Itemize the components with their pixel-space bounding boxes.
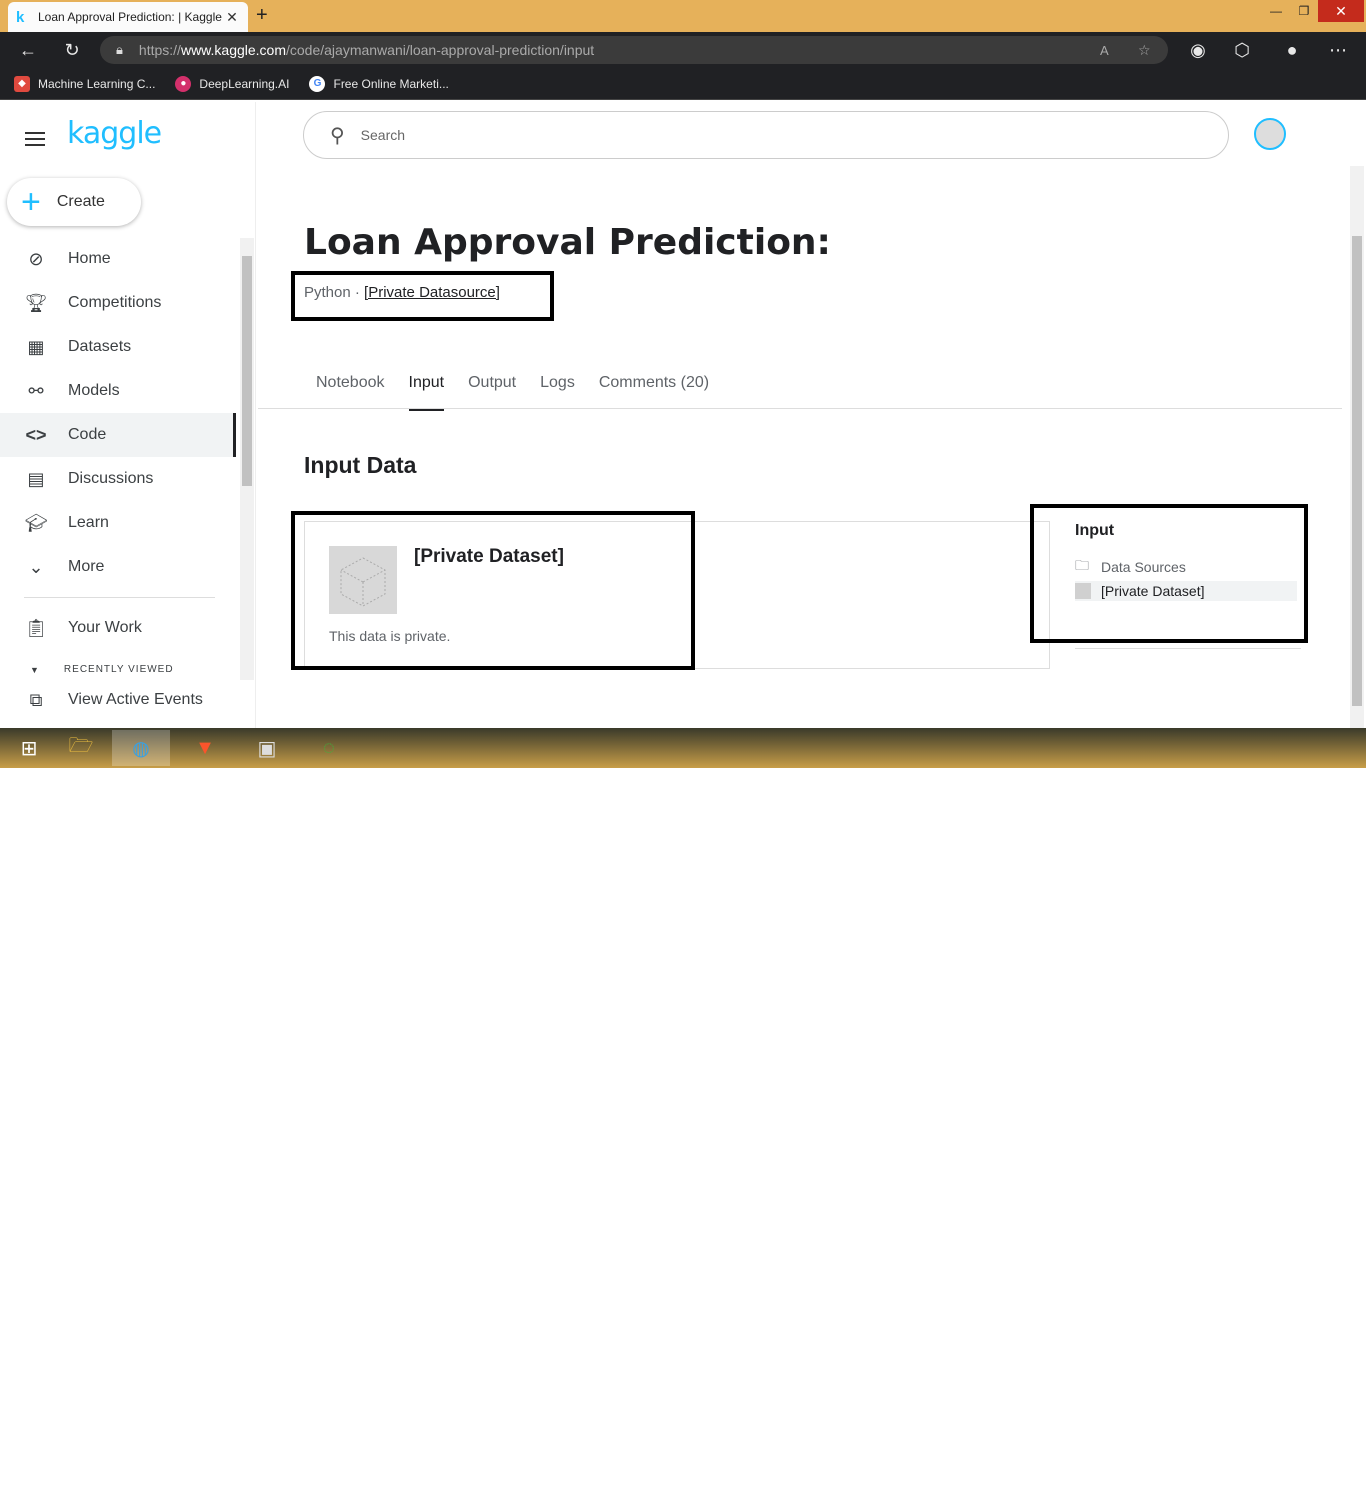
back-icon[interactable]: ← bbox=[16, 38, 40, 62]
volume-icon[interactable]: 🔈︎ bbox=[1246, 1468, 1254, 1484]
search-bar[interactable]: ⚲ Search bbox=[303, 111, 1229, 159]
maximize-icon[interactable]: ❐ bbox=[1290, 0, 1318, 22]
battery-icon[interactable]: ▮ bbox=[1196, 1468, 1203, 1484]
window-close-icon[interactable]: ✕ bbox=[1318, 0, 1364, 22]
bookmark-item[interactable]: ◆ Machine Learning C... bbox=[14, 75, 155, 92]
compass-icon: ⊘ bbox=[28, 248, 44, 269]
windows-start-icon[interactable]: ⊞ bbox=[0, 730, 58, 766]
sidebar-scrollbar[interactable] bbox=[240, 238, 254, 680]
read-aloud-icon[interactable]: A bbox=[1100, 43, 1109, 58]
sidebar-item-models[interactable]: ⚯ Models bbox=[0, 369, 236, 413]
browser-tab[interactable]: k Loan Approval Prediction: | Kaggle ✕ bbox=[8, 2, 248, 32]
browser-nav-bar: ← ↻ 🔒︎ https://www.kaggle.com/code/ajaym… bbox=[0, 32, 1366, 68]
bookmarks-bar: ◆ Machine Learning C... ● DeepLearning.AI … bbox=[0, 68, 1366, 100]
window-controls: — ❐ ✕ bbox=[1262, 0, 1364, 22]
bookmark-item[interactable]: G Free Online Marketi... bbox=[309, 75, 449, 92]
bookmark-icon: ● bbox=[175, 75, 192, 92]
table-icon: ▦ bbox=[27, 336, 45, 357]
recently-viewed-header[interactable]: ▼ RECENTLY VIEWED bbox=[30, 664, 174, 675]
sidebar-item-datasets[interactable]: ▦ Datasets bbox=[0, 325, 236, 369]
notebook-tabs: Notebook Input Output Logs Comments (20) bbox=[304, 374, 721, 411]
reload-icon[interactable]: ↻ bbox=[60, 38, 84, 62]
tab-output[interactable]: Output bbox=[468, 374, 516, 411]
highlight-box bbox=[1030, 504, 1308, 643]
bookmark-item[interactable]: ● DeepLearning.AI bbox=[175, 75, 289, 92]
monitor-app-icon[interactable]: ▣ bbox=[238, 730, 296, 766]
highlight-box bbox=[291, 511, 695, 670]
new-tab-icon[interactable]: + bbox=[256, 4, 268, 27]
trophy-icon: 🏆︎ bbox=[24, 292, 48, 313]
spinner-app-icon[interactable]: ◌ bbox=[300, 730, 358, 766]
clipboard-icon: 📋︎ bbox=[24, 617, 48, 638]
tab-title: Loan Approval Prediction: | Kaggle bbox=[38, 10, 222, 24]
sidebar-item-learn[interactable]: 🎓︎ Learn bbox=[0, 501, 236, 545]
close-tab-icon[interactable]: ✕ bbox=[224, 9, 240, 26]
search-input[interactable]: Search bbox=[361, 127, 405, 143]
profile-icon[interactable]: ● bbox=[1280, 38, 1304, 62]
url-scheme: https:// bbox=[138, 42, 181, 58]
extensions-icon[interactable]: ⬡ bbox=[1230, 38, 1254, 62]
brave-browser-icon[interactable]: ▼ bbox=[176, 730, 234, 766]
kaggle-sidebar: kaggle + Create ⊘ Home 🏆︎ Competitions ▦ Da… bbox=[0, 102, 256, 728]
address-bar[interactable]: 🔒︎ https://www.kaggle.com/code/ajaymanwa… bbox=[100, 36, 1168, 64]
models-icon: ⚯ bbox=[28, 380, 44, 401]
url-path: /code/ajaymanwani/loan-approval-predicti… bbox=[286, 42, 595, 58]
kaggle-logo[interactable]: kaggle bbox=[67, 116, 162, 151]
main-scroll-thumb[interactable] bbox=[1352, 236, 1362, 706]
menu-dots-icon[interactable]: ⋯ bbox=[1326, 38, 1350, 62]
chevron-down-icon: ⌄ bbox=[28, 556, 44, 577]
main-scrollbar[interactable] bbox=[1350, 166, 1364, 728]
highlight-box bbox=[291, 271, 554, 321]
windows-taskbar: ⊞ 🗁 ◍ ▼ ▣ ◌ ⌃ ⚑ ▮ ▂ 🔈︎ 11:47 AM 18-May-2… bbox=[0, 728, 1366, 1490]
notebook-title: Loan Approval Prediction: bbox=[304, 222, 831, 263]
discussion-icon: ▤ bbox=[27, 468, 45, 489]
avatar[interactable] bbox=[1254, 118, 1286, 150]
input-data-heading: Input Data bbox=[304, 452, 417, 478]
sidebar-item-your-work[interactable]: 📋︎ Your Work bbox=[0, 606, 236, 650]
file-explorer-icon[interactable]: 🗁 bbox=[52, 730, 110, 766]
kaggle-favicon-icon: k bbox=[16, 8, 25, 26]
tab-input[interactable]: Input bbox=[408, 374, 445, 411]
sidebar-item-competitions[interactable]: 🏆︎ Competitions bbox=[0, 281, 236, 325]
tray-up-arrow-icon[interactable]: ⌃ bbox=[1150, 1468, 1161, 1484]
google-icon: G bbox=[309, 75, 326, 92]
favorite-icon[interactable]: ☆ bbox=[1138, 42, 1151, 59]
sidebar-item-discussions[interactable]: ▤ Discussions bbox=[0, 457, 236, 501]
brave-shield-icon[interactable]: ◉ bbox=[1186, 38, 1210, 62]
wifi-icon[interactable]: ▂ bbox=[1220, 1468, 1230, 1484]
lock-icon: 🔒︎ bbox=[116, 42, 123, 57]
create-button[interactable]: + Create bbox=[7, 178, 141, 226]
sidebar-item-view-active-events[interactable]: ⧉ View Active Events bbox=[0, 678, 236, 722]
hamburger-menu-icon[interactable] bbox=[25, 128, 45, 150]
tab-comments[interactable]: Comments (20) bbox=[599, 374, 709, 411]
tray-flag-icon[interactable]: ⚑ bbox=[1172, 1468, 1184, 1484]
sidebar-item-code[interactable]: <> Code bbox=[0, 413, 236, 457]
tabs-divider bbox=[258, 408, 1342, 409]
sidebar-item-home[interactable]: ⊘ Home bbox=[0, 237, 236, 281]
search-icon: ⚲ bbox=[330, 124, 345, 147]
minimize-icon[interactable]: — bbox=[1262, 0, 1290, 22]
events-icon: ⧉ bbox=[29, 689, 43, 710]
sidebar-divider bbox=[24, 597, 215, 598]
sidebar-scroll-thumb[interactable] bbox=[242, 256, 252, 486]
plus-icon: + bbox=[21, 183, 41, 221]
taskbar-clock[interactable]: 11:47 AM 18-May-2023 bbox=[1276, 1461, 1352, 1491]
edge-browser-icon[interactable]: ◍ bbox=[112, 730, 170, 766]
school-icon: 🎓︎ bbox=[24, 512, 48, 533]
url-host: www.kaggle.com bbox=[180, 42, 286, 58]
collapse-triangle-icon: ▼ bbox=[30, 664, 40, 675]
right-panel-divider bbox=[1075, 648, 1301, 649]
code-icon: <> bbox=[25, 424, 47, 445]
bookmark-icon: ◆ bbox=[14, 75, 30, 92]
tab-logs[interactable]: Logs bbox=[540, 374, 575, 411]
tab-notebook[interactable]: Notebook bbox=[316, 374, 385, 411]
browser-tab-bar: k Loan Approval Prediction: | Kaggle ✕ +… bbox=[0, 0, 1366, 32]
sidebar-item-more[interactable]: ⌄ More bbox=[0, 545, 236, 589]
